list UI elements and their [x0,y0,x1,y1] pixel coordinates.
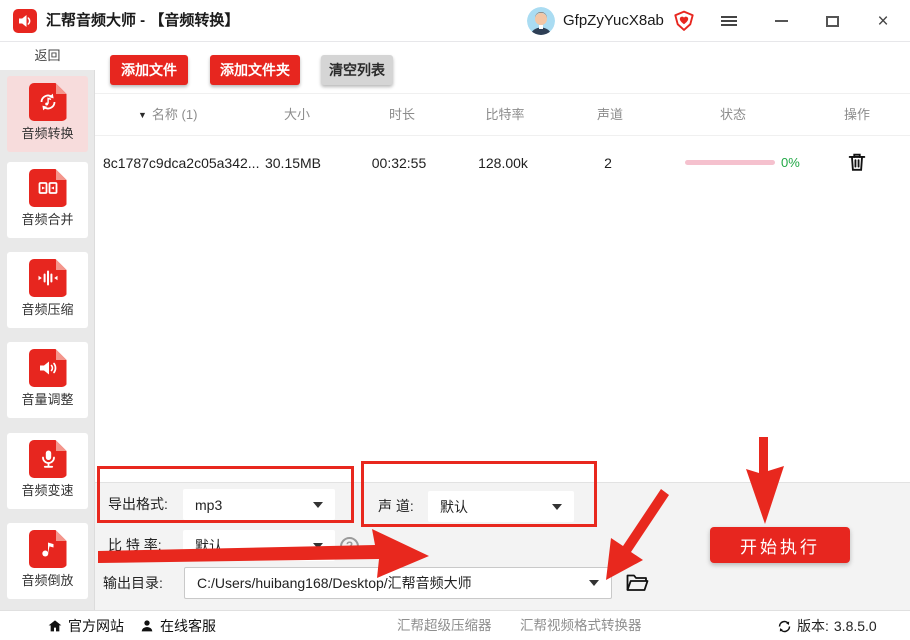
channel-select[interactable]: 默认 [428,491,574,522]
column-header-status: 状态 [719,107,747,122]
export-format-label: 导出格式: [108,496,168,512]
column-header-duration: 时长 [388,107,416,122]
file-channels-cell: 2 [604,155,612,171]
title-bar: 汇帮音频大师 - 【音频转换】 GfpZyYucX8ab × [0,0,910,42]
customer-service-icon [141,620,153,632]
sidebar-item-label: 音频倒放 [21,573,74,588]
clear-list-button[interactable]: 清空列表 [321,55,393,85]
sidebar-item-label: 音频变速 [21,483,74,498]
sort-caret-icon: ▼ [138,110,147,120]
bitrate-select[interactable]: 默认 [183,530,335,561]
username-label: GfpZyYucX8ab [563,12,664,29]
chevron-down-icon [552,503,562,510]
file-duration-cell: 00:32:55 [371,155,427,171]
refresh-icon [778,620,791,632]
user-avatar[interactable] [527,7,555,35]
sidebar-item-audio-merge[interactable]: 音频合并 [7,162,88,238]
column-header-channels: 声道 [596,107,624,122]
app-logo-speaker-icon [13,9,37,33]
official-site-link[interactable]: 官方网站 [47,611,124,640]
output-dir-value: C:/Users/huibang168/Desktop/汇帮音频大师 [197,575,472,591]
home-icon [48,620,62,632]
close-button[interactable]: × [866,0,900,42]
app-window: 汇帮音频大师 - 【音频转换】 GfpZyYucX8ab × 返回 音频转换 音… [0,0,910,640]
bitrate-value: 默认 [195,537,223,554]
channel-value: 默认 [440,498,468,515]
file-name-cell: 8c1787c9dca2c05a342... [103,155,260,171]
progress-bar [685,160,775,165]
file-size-cell: 30.15MB [264,155,322,171]
maximize-button[interactable] [815,0,849,42]
header-divider [95,135,910,136]
sidebar-item-audio-reverse[interactable]: 音频倒放 [7,523,88,599]
start-execute-button[interactable]: 开始执行 [710,527,850,563]
export-format-select[interactable]: mp3 [183,489,335,520]
compressor-product-link[interactable]: 汇帮超级压缩器 [397,611,492,640]
audio-reverse-icon [28,530,67,568]
audio-convert-icon [28,83,67,121]
version-label: 版本: [797,618,829,634]
audio-compress-icon [28,259,67,297]
version-info: 版本: 3.8.5.0 [777,611,877,640]
column-header-action: 操作 [843,107,871,122]
sidebar-item-volume-adjust[interactable]: 音量调整 [7,342,88,418]
chevron-down-icon [313,501,323,508]
sidebar-item-label: 音量调整 [21,392,74,407]
back-button[interactable]: 返回 [0,42,95,70]
toolbar-divider [95,93,910,94]
bitrate-label: 比 特 率: [108,537,162,553]
sidebar-item-audio-speed[interactable]: 音频变速 [7,433,88,509]
column-header-bitrate: 比特率 [485,107,525,122]
audio-merge-icon [28,169,67,207]
sidebar-item-label: 音频压缩 [21,302,74,317]
sidebar-item-label: 音频合并 [21,212,74,227]
chevron-down-icon [589,580,599,586]
column-header-name[interactable]: ▼ 名称 (1) [138,95,197,135]
output-dir-label: 输出目录: [103,575,163,591]
sidebar-item-audio-convert[interactable]: 音频转换 [7,76,88,152]
menu-button[interactable] [712,0,746,42]
export-format-value: mp3 [195,496,223,513]
progress-percent: 0% [781,155,800,170]
sidebar-item-label: 音频转换 [21,126,74,141]
delete-file-button[interactable] [845,151,869,175]
chevron-down-icon [313,542,323,549]
help-icon[interactable]: ? [340,537,359,556]
output-dir-input[interactable]: C:/Users/huibang168/Desktop/汇帮音频大师 [184,567,612,599]
column-header-size: 大小 [283,107,311,122]
add-folder-button[interactable]: 添加文件夹 [210,55,300,85]
trash-icon [848,153,866,171]
status-bar: 官方网站 在线客服 汇帮超级压缩器 汇帮视频格式转换器 版本: 3.8.5.0 [0,610,910,640]
folder-icon [626,574,649,591]
file-bitrate-cell: 128.00k [478,155,528,171]
window-title: 汇帮音频大师 - 【音频转换】 [46,12,240,29]
channel-label: 声 道: [378,498,414,514]
online-service-label: 在线客服 [160,618,216,634]
minimize-button[interactable] [764,0,798,42]
video-converter-product-link[interactable]: 汇帮视频格式转换器 [520,611,642,640]
volume-adjust-icon [28,349,67,387]
audio-speed-icon [28,440,67,478]
version-value: 3.8.5.0 [833,618,877,634]
add-file-button[interactable]: 添加文件 [110,55,188,85]
sidebar: 返回 音频转换 音频合并 音频压缩 音量调整 音频变速 音频倒放 [0,42,95,610]
sidebar-item-audio-compress[interactable]: 音频压缩 [7,252,88,328]
vip-badge-icon[interactable] [673,10,695,32]
browse-folder-button[interactable] [624,571,650,595]
official-site-label: 官方网站 [68,618,124,634]
online-service-link[interactable]: 在线客服 [139,611,216,640]
